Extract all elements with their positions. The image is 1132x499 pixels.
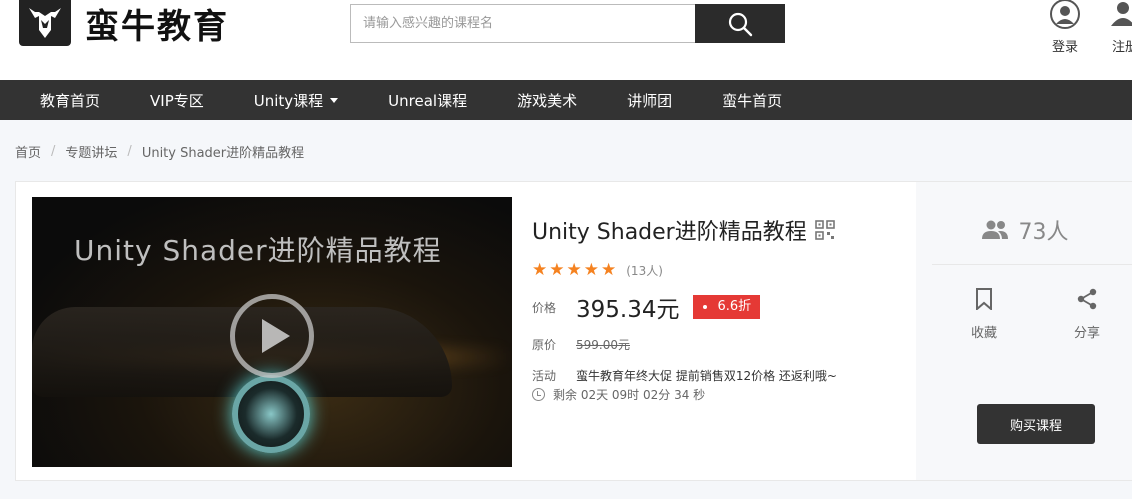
star-icon: ★: [566, 260, 582, 280]
search-input[interactable]: [350, 4, 695, 43]
share-button[interactable]: 分享: [1057, 288, 1117, 341]
main-nav: 教育首页 VIP专区 Unity课程 Unreal课程 游戏美术 讲师团 蛮牛首…: [0, 80, 1132, 120]
discount-badge: 6.6折: [693, 295, 761, 319]
original-price-value: 599.00元: [576, 338, 630, 352]
activity-text: 蛮牛教育年终大促 提前销售双12价格 还返利哦~: [576, 369, 837, 383]
price-label: 价格: [532, 300, 557, 315]
countdown-text: 剩余 02天 09时 02分 34 秒: [553, 388, 706, 402]
breadcrumb-separator: /: [51, 144, 56, 159]
discount-value: 6.6折: [717, 299, 752, 314]
star-icon: ★: [601, 260, 617, 280]
nav-item-lecturers[interactable]: 讲师团: [627, 90, 672, 111]
share-label: 分享: [1073, 326, 1100, 341]
nav-item-manew-home[interactable]: 蛮牛首页: [722, 90, 782, 111]
site-header: 蛮牛教育 登录 注册: [0, 0, 1132, 80]
nav-item-game-art[interactable]: 游戏美术: [517, 90, 577, 111]
share-icon: [1077, 288, 1097, 310]
countdown-row: 剩余 02天 09时 02分 34 秒: [532, 386, 912, 403]
nav-item-home[interactable]: 教育首页: [40, 90, 100, 111]
bookmark-icon: [976, 288, 992, 310]
original-price-row: 原价 599.00元: [532, 336, 912, 353]
play-icon: [262, 319, 290, 353]
course-info: Unity Shader进阶精品教程 ★ ★ ★ ★ ★ (13人) 价格 39…: [532, 214, 912, 403]
search-button[interactable]: [695, 4, 785, 43]
caret-down-icon: [330, 97, 339, 103]
play-button[interactable]: [230, 294, 314, 378]
search-icon: [728, 12, 753, 36]
course-title: Unity Shader进阶精品教程: [532, 220, 807, 245]
video-title: Unity Shader进阶精品教程: [74, 234, 442, 267]
star-icon: ★: [532, 260, 548, 280]
student-count-value: 73人: [1018, 220, 1069, 245]
rating: ★ ★ ★ ★ ★ (13人): [532, 260, 912, 280]
divider: [932, 264, 1132, 265]
activity-row: 活动 蛮牛教育年终大促 提前销售双12价格 还返利哦~: [532, 367, 912, 384]
nav-item-unity-label: Unity课程: [253, 91, 324, 110]
register-label: 注册: [1111, 40, 1132, 55]
user-icon: [1050, 0, 1080, 29]
breadcrumb-topic[interactable]: 专题讲坛: [65, 142, 117, 161]
qrcode-icon[interactable]: [814, 220, 835, 240]
register-link[interactable]: 注册: [1105, 0, 1132, 55]
login-label: 登录: [1051, 40, 1078, 55]
nav-item-unreal[interactable]: Unreal课程: [388, 90, 467, 111]
breadcrumb: 首页 / 专题讲坛 / Unity Shader进阶精品教程: [15, 142, 304, 161]
star-icon: ★: [583, 260, 599, 280]
dot-icon: [703, 305, 708, 309]
star-icon: ★: [549, 260, 565, 280]
buy-course-button[interactable]: 购买课程: [977, 404, 1095, 444]
add-user-icon: [1111, 2, 1132, 26]
breadcrumb-separator: /: [127, 144, 132, 159]
favorite-button[interactable]: 收藏: [954, 288, 1014, 341]
activity-label: 活动: [532, 369, 557, 383]
search-bar: [350, 4, 785, 43]
breadcrumb-home[interactable]: 首页: [15, 142, 41, 161]
course-sidebar: 73人 收藏 分享 购买课程: [916, 182, 1132, 480]
student-count: 73人: [916, 214, 1132, 246]
favorite-label: 收藏: [970, 326, 997, 341]
site-logo[interactable]: 蛮牛教育: [19, 0, 229, 47]
bull-logo-icon: [19, 0, 71, 46]
brand-name: 蛮牛教育: [85, 6, 229, 47]
rating-count: (13人): [626, 263, 663, 278]
login-link[interactable]: 登录: [1045, 0, 1085, 55]
price-value: 395.34元: [576, 297, 680, 323]
nav-item-vip[interactable]: VIP专区: [150, 90, 204, 111]
course-panel: Unity Shader进阶精品教程 Unity Shader进阶精品教程 ★ …: [15, 181, 1132, 481]
original-price-label: 原价: [532, 338, 557, 352]
price-row: 价格 395.34元 6.6折: [532, 290, 912, 324]
course-video-player[interactable]: Unity Shader进阶精品教程: [32, 197, 512, 467]
video-wheel-image: [232, 375, 310, 453]
breadcrumb-current: Unity Shader进阶精品教程: [141, 146, 305, 161]
users-icon: [981, 220, 1008, 239]
clock-icon: [532, 388, 545, 401]
nav-item-unity[interactable]: Unity课程: [253, 90, 339, 111]
